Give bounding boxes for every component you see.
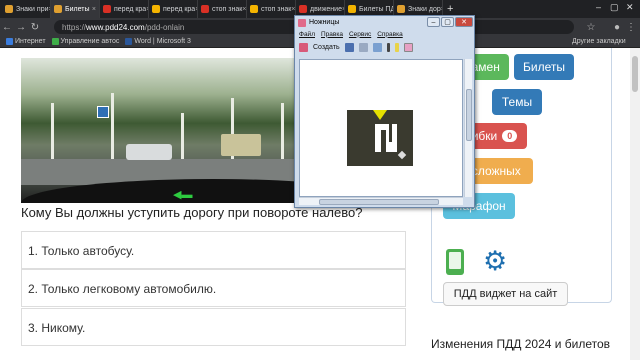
save-icon[interactable] [344,42,354,52]
tab-favicon-icon [103,5,111,13]
tab-favicon-icon [299,5,307,13]
tab-title: стоп знак [212,5,243,13]
left-turn-arrow-icon: ◀▬ [173,189,193,201]
url-path: /pdd-onlain [144,22,185,32]
bookmark-item[interactable]: Управление автос [51,38,120,45]
menu-icon[interactable]: ⋮ [624,22,638,33]
browser-tab[interactable]: стоп знак × [247,0,296,18]
new-snip-icon [299,42,308,52]
snipping-title: Ножницы [309,19,340,26]
widget-button[interactable]: ПДД виджет на сайт [443,282,568,306]
snip-close-icon[interactable]: ✕ [455,17,473,27]
tab-title: Знаки при [16,5,49,13]
snip-canvas [299,59,463,197]
browser-tab[interactable]: стоп знак × [198,0,247,18]
tab-favicon-icon [152,5,160,13]
url-host: www.pdd24.com [86,22,145,32]
tab-title: Знаки дор [408,5,441,13]
pen-icon[interactable] [386,42,390,52]
maximize-icon[interactable]: ▢ [610,2,619,13]
snip-menu-item[interactable]: Правка [321,31,343,38]
bookmark-item[interactable]: Word | Microsoft 3 [125,38,191,45]
bookmark-item[interactable]: Интернет [6,38,46,45]
news-link[interactable]: Изменения ПДД 2024 и билетов [431,337,610,351]
send-icon[interactable] [372,42,382,52]
errors-count-badge: 0 [502,130,518,142]
snip-menu-item[interactable]: Справка [377,31,403,38]
themes-button[interactable]: Темы [492,89,542,115]
bookmark-list: Интернет Управление автос Word | Microsoft… [0,38,191,45]
bookmark-icon [51,38,59,45]
tab-title: движение [310,5,342,13]
tab-favicon-icon [348,5,356,13]
browser-tab[interactable]: Знаки при× [2,0,51,18]
scissors-icon [298,18,306,27]
snip-minimize-icon[interactable]: – [427,17,440,27]
browser-tab[interactable]: перед кра× [149,0,198,18]
tickets-label: Билеты [523,60,565,74]
copy-icon[interactable] [358,42,368,52]
bookmark-label: Word | Microsoft 3 [134,38,191,45]
tab-title: стоп знак [261,5,292,13]
bus-icon [221,134,261,156]
bookmark-label: Интернет [15,38,46,45]
tab-favicon-icon [54,5,62,13]
tab-title: перед кра [163,5,196,13]
car-icon [126,144,172,160]
back-icon[interactable]: ← [0,22,14,33]
tab-title: перед кра [114,5,147,13]
snipped-sign-image [347,110,413,166]
snip-maximize-icon[interactable]: ▢ [441,17,454,27]
answer-option-1[interactable]: 1. Только автобусу. [21,231,406,269]
themes-label: Темы [501,95,533,109]
bookmark-star-icon[interactable]: ☆ [584,22,598,33]
tab-favicon-icon [201,5,209,13]
tab-close-icon[interactable]: × [242,6,246,13]
bookmark-icon [6,38,13,45]
other-bookmarks[interactable]: Другие закладки [572,38,626,45]
bookmark-label: Управление автос [60,38,120,45]
mobile-phone-icon[interactable] [446,249,464,275]
snip-menu-item[interactable]: Сервис [349,31,371,38]
answer-option-2[interactable]: 2. Только легковому автомобилю. [21,269,406,307]
tab-favicon-icon [5,5,13,13]
eraser-icon[interactable] [403,42,413,52]
tab-favicon-icon [250,5,258,13]
gear-icon[interactable]: ⚙ [483,248,507,275]
highlighter-icon[interactable] [394,42,399,52]
browser-tab[interactable]: перед кра× [100,0,149,18]
tab-title: Билеты ПД [359,5,394,13]
snipping-tool-window: Ножницы – ▢ ✕ Файл Правка Сервис Справка Со… [294,15,475,208]
tab-close-icon[interactable]: × [92,6,96,13]
crosswalk-sign-icon [97,106,109,118]
bookmark-icon [125,38,133,45]
url-prefix: https:// [62,22,87,32]
snip-vertical-scrollbar[interactable] [464,59,472,197]
profile-icon[interactable]: ● [610,22,624,33]
browser-tab[interactable]: Билеты × [51,0,100,18]
snip-menu-bar: Файл Правка Сервис Справка [295,29,474,39]
tab-close-icon[interactable]: × [441,6,442,13]
new-tab-button[interactable]: + [447,3,453,15]
tab-favicon-icon [397,5,405,13]
minimize-icon[interactable]: – [596,2,601,12]
page-scrollbar[interactable] [630,48,640,360]
forward-icon[interactable]: → [14,22,28,33]
snip-toolbar: Создать [295,39,474,55]
tab-title: Билеты [65,5,90,13]
close-icon[interactable]: ✕ [626,2,634,13]
snip-menu-item[interactable]: Файл [299,31,315,38]
create-snip-button[interactable]: Создать [313,44,340,51]
answer-option-3[interactable]: 3. Никому. [21,308,406,346]
tab-close-icon[interactable]: × [291,6,295,13]
reload-icon[interactable]: ↻ [28,22,42,33]
snip-horizontal-scrollbar[interactable] [299,197,463,205]
tickets-button[interactable]: Билеты [514,54,574,80]
